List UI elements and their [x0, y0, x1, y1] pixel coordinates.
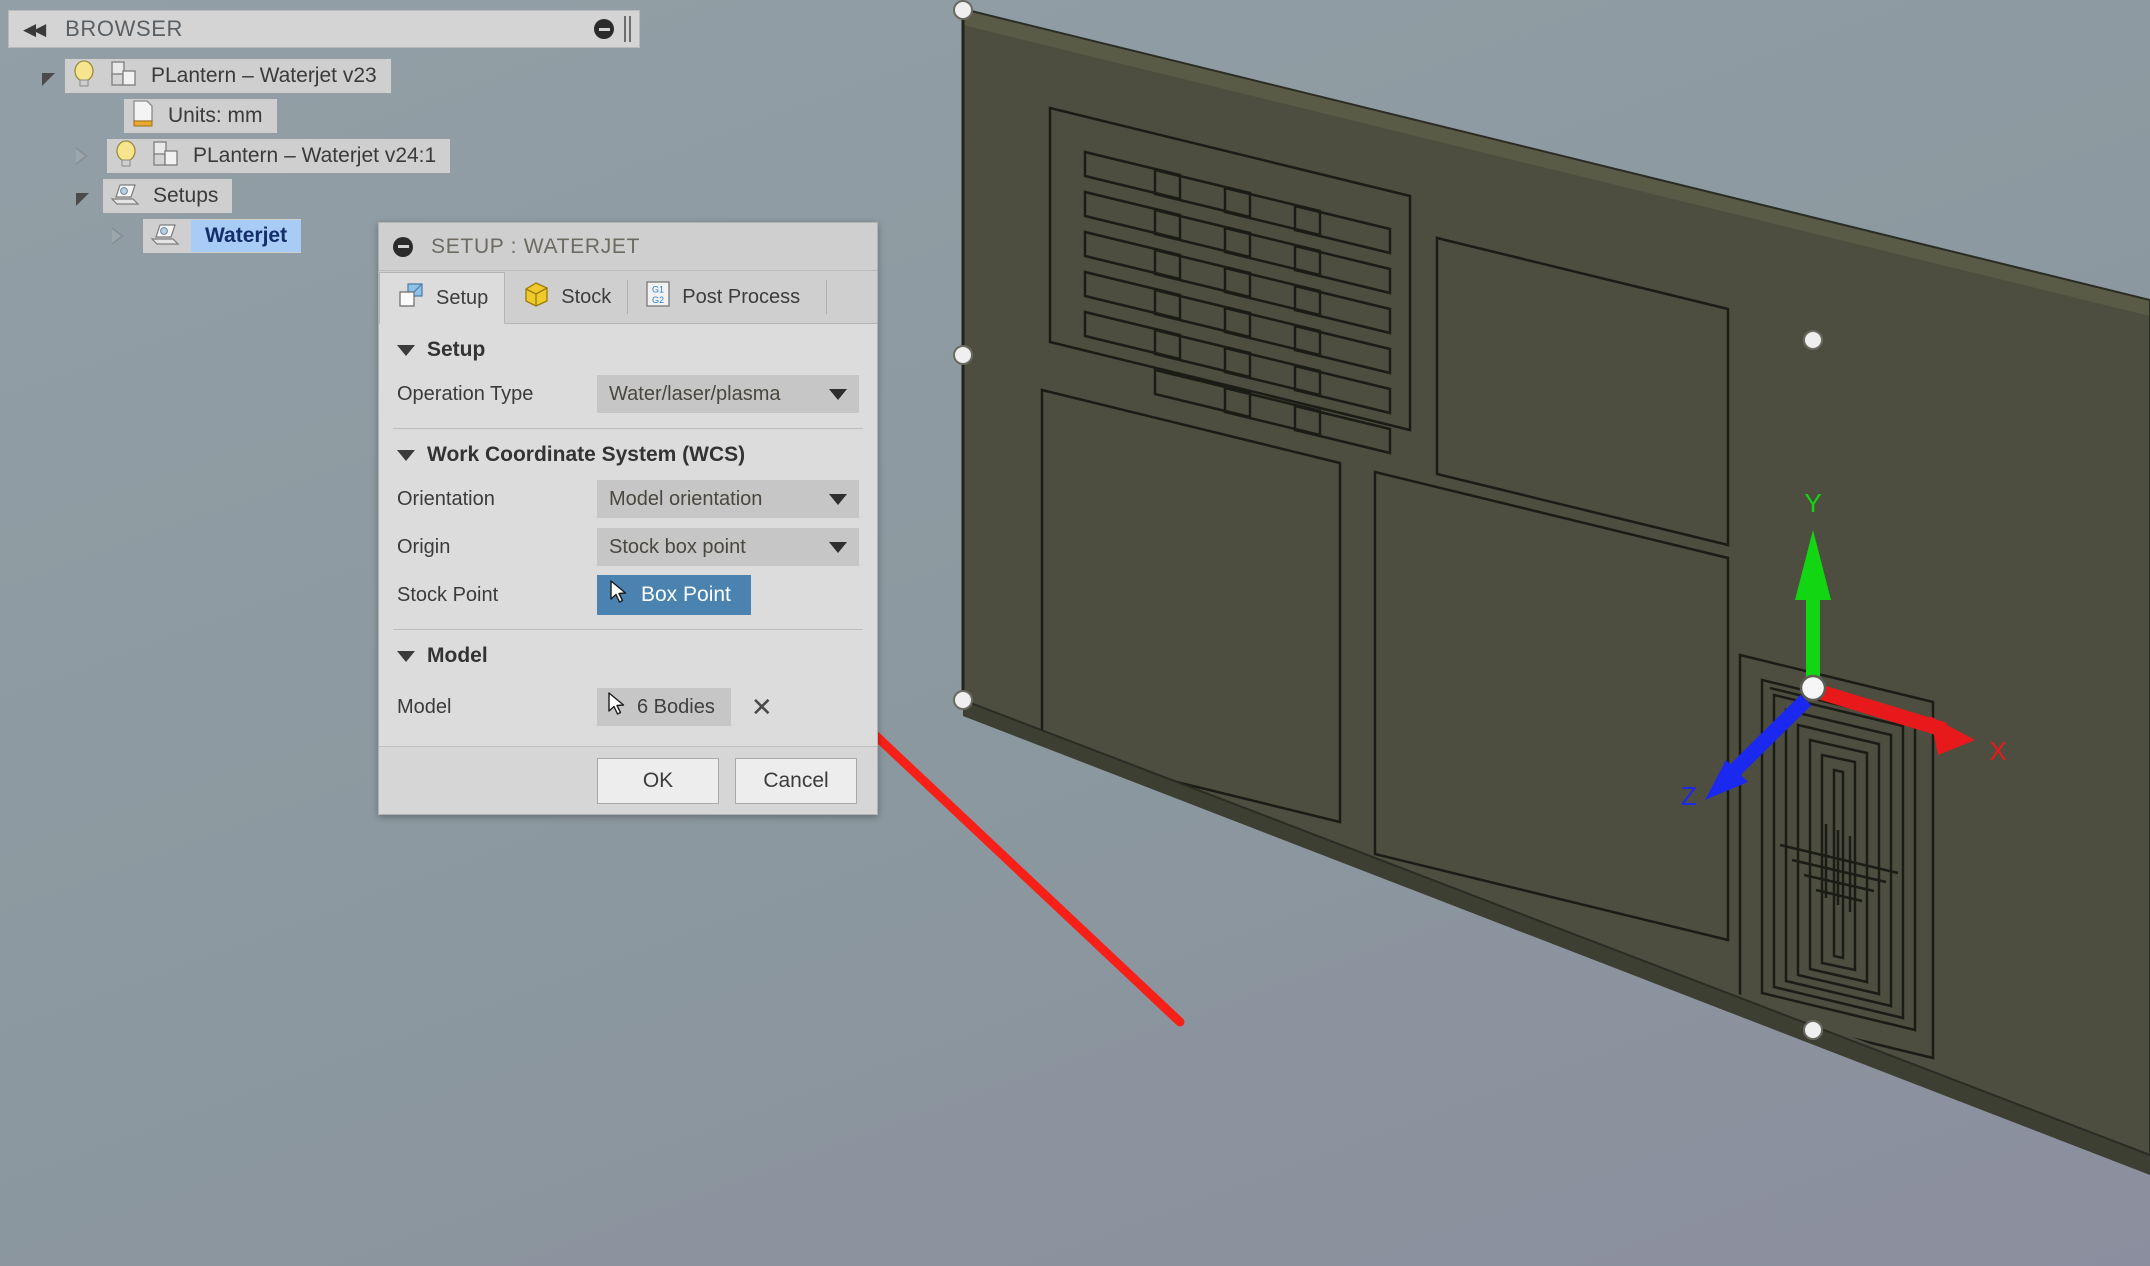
field-row-orientation: Orientation Model orientation [379, 475, 877, 523]
document-ruler-icon [130, 99, 156, 134]
setup-cube-icon [396, 281, 426, 317]
drag-grip-icon[interactable] [624, 16, 631, 42]
model-bodies-select[interactable]: 6 Bodies [597, 688, 731, 726]
dialog-title: SETUP : WATERJET [431, 234, 641, 258]
field-label: Origin [397, 535, 451, 558]
orientation-value: Model orientation [609, 487, 763, 510]
origin-dropdown[interactable]: Stock box point [597, 528, 859, 566]
tab-separator-end [826, 280, 828, 314]
tab-setup[interactable]: Setup [379, 272, 506, 324]
tree-item-label: PLantern – Waterjet v24:1 [193, 144, 437, 167]
setup-folder-icon [149, 221, 181, 252]
tab-post-process[interactable]: G1 G2 Post Process [628, 271, 816, 323]
svg-text:G2: G2 [652, 295, 664, 305]
svg-text:G1: G1 [652, 285, 664, 295]
chevron-down-icon [829, 541, 847, 553]
origin-value: Stock box point [609, 535, 746, 558]
setup-folder-icon [109, 181, 141, 212]
tree-item-label: PLantern – Waterjet v23 [151, 64, 377, 87]
x-axis-label: X [1989, 736, 2006, 766]
chevron-down-icon [829, 388, 847, 400]
minus-circle-icon[interactable] [393, 236, 413, 257]
browser-title: BROWSER [65, 16, 184, 41]
component-icon [151, 140, 181, 173]
tab-label: Setup [436, 287, 489, 309]
stock-cube-icon [521, 279, 551, 315]
collapse-triangle-icon[interactable] [76, 147, 89, 165]
section-title: Model [427, 644, 488, 667]
tab-label: Post Process [682, 285, 801, 308]
cursor-arrow-icon [609, 580, 629, 610]
tab-label: Stock [561, 285, 612, 308]
chevron-down-icon[interactable] [397, 449, 415, 461]
cancel-button[interactable]: Cancel [735, 757, 857, 804]
tree-item-label: Setups [153, 184, 219, 207]
section-title: Setup [427, 338, 486, 361]
operation-type-value: Water/laser/plasma [609, 382, 781, 405]
field-label: Orientation [397, 487, 495, 510]
field-label: Operation Type [397, 382, 534, 405]
field-label: Stock Point [397, 583, 499, 606]
field-label: Model [397, 695, 452, 718]
wcs-origin-sphere [1799, 674, 1827, 702]
box-point-label: Box Point [641, 583, 731, 606]
dialog-title-bar: SETUP : WATERJET [379, 223, 877, 271]
chevron-down-icon[interactable] [397, 650, 415, 662]
g1g2-icon: G1 G2 [644, 279, 672, 315]
section-header-model[interactable]: Model [379, 630, 877, 676]
tree-item-setups[interactable]: Setups [0, 176, 640, 216]
field-row-operation-type: Operation Type Water/laser/plasma [379, 370, 877, 418]
dialog-tabs: Setup Stock G1 G2 Post Process [379, 271, 877, 324]
ok-button[interactable]: OK [597, 757, 719, 804]
box-point-select-button[interactable]: Box Point [597, 575, 751, 615]
field-row-origin: Origin Stock box point [379, 523, 877, 571]
tab-stock[interactable]: Stock [505, 271, 627, 323]
expand-triangle-icon[interactable] [76, 192, 89, 206]
chevron-down-icon[interactable] [397, 344, 415, 356]
setup-dialog[interactable]: SETUP : WATERJET Setup Stock G1 G2 Post P… [378, 222, 878, 815]
cursor-arrow-icon [607, 692, 627, 722]
close-x-icon[interactable]: ✕ [751, 694, 773, 720]
lightbulb-icon[interactable] [113, 139, 139, 174]
component-icon [109, 60, 139, 93]
section-title: Work Coordinate System (WCS) [427, 443, 746, 466]
section-header-wcs[interactable]: Work Coordinate System (WCS) [379, 429, 877, 475]
tree-item-label-selected: Waterjet [191, 220, 302, 252]
field-row-stock-point: Stock Point Box Point [379, 571, 877, 619]
tree-item-plantern-v23[interactable]: PLantern – Waterjet v23 [0, 56, 640, 96]
chevron-down-icon [829, 493, 847, 505]
section-header-setup[interactable]: Setup [379, 324, 877, 370]
y-axis-label: Y [1804, 488, 1821, 518]
waterjet-plate [953, 0, 2150, 1175]
z-axis-label: Z [1681, 781, 1697, 811]
double-left-arrows-icon[interactable]: ◀◀ [23, 21, 46, 38]
browser-header: ◀◀ BROWSER [8, 10, 640, 48]
collapse-triangle-icon[interactable] [112, 227, 125, 245]
tree-item-label: Units: mm [168, 104, 263, 127]
orientation-dropdown[interactable]: Model orientation [597, 480, 859, 518]
operation-type-dropdown[interactable]: Water/laser/plasma [597, 375, 859, 413]
field-row-model: Model 6 Bodies ✕ [379, 676, 877, 738]
dialog-footer: OK Cancel [379, 746, 877, 814]
model-bodies-value: 6 Bodies [637, 695, 715, 718]
tree-item-units[interactable]: Units: mm [0, 96, 640, 136]
tree-item-plantern-v24[interactable]: PLantern – Waterjet v24:1 [0, 136, 640, 176]
lightbulb-icon[interactable] [71, 59, 97, 94]
expand-triangle-icon[interactable] [42, 72, 55, 86]
minus-circle-icon[interactable] [594, 19, 614, 39]
